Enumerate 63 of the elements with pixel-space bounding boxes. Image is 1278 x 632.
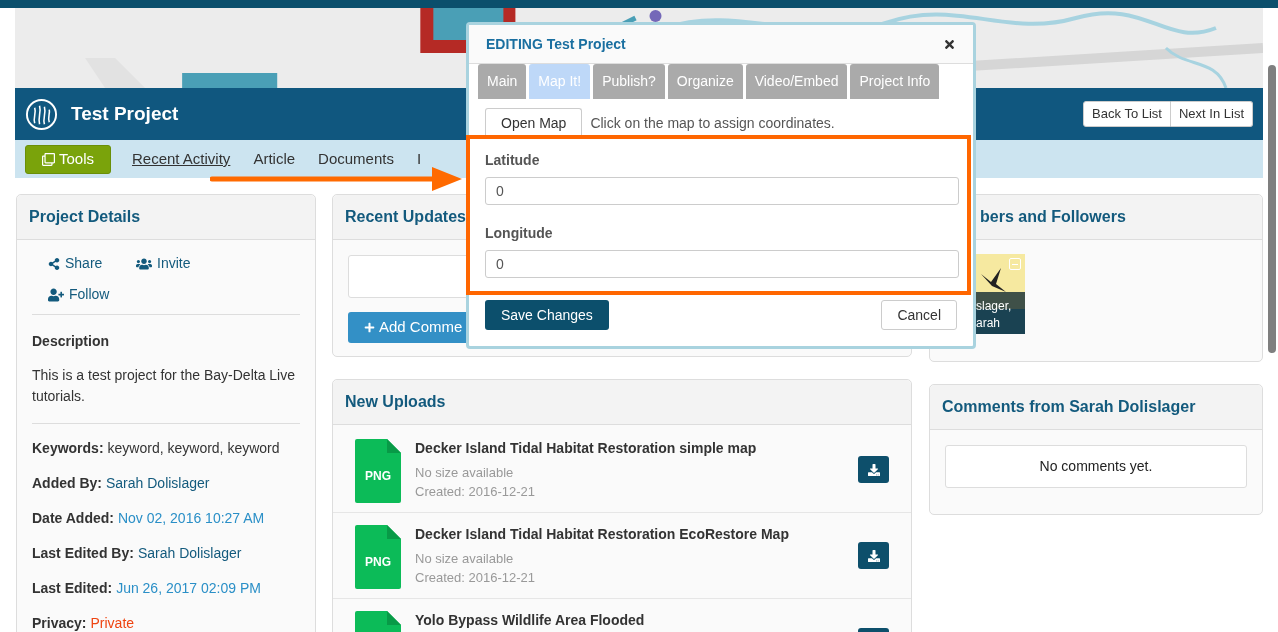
close-icon[interactable]: [943, 37, 956, 51]
copy-icon: [42, 152, 55, 166]
save-changes-button[interactable]: Save Changes: [485, 300, 609, 330]
field-label: Keywords:: [32, 439, 104, 458]
nav-link[interactable]: Documents: [316, 147, 396, 171]
dialog-title: EDITING Test Project: [486, 34, 626, 54]
download-icon: [867, 549, 880, 562]
file-name[interactable]: Decker Island Tidal Habitat Restoration EcoRestore Map: [415, 525, 844, 543]
section-heading: Description: [32, 332, 110, 351]
field-label: Longitude: [485, 224, 554, 243]
field-value[interactable]: Sarah Dolislager: [106, 473, 210, 494]
project-title: Test Project: [71, 101, 179, 126]
action-link[interactable]: Share: [48, 248, 136, 279]
panel-title: New Uploads: [345, 392, 446, 412]
file-date: Created: 2016-12-21: [415, 569, 536, 587]
panel-title: Project Details: [29, 207, 141, 227]
download-icon: [867, 463, 880, 476]
panel-title: Comments from Sarah Dolislager: [942, 397, 1196, 417]
field-value[interactable]: Nov 02, 2016 10:27 AM: [117, 508, 265, 529]
scrollbar[interactable]: [1268, 65, 1276, 353]
users-icon: [136, 256, 152, 271]
user-plus-icon: [48, 287, 64, 302]
coordinate-field[interactable]: 0: [485, 250, 959, 278]
field-value: keyword, keyword, keyword: [107, 439, 280, 458]
nav-link[interactable]: Article: [251, 147, 298, 171]
field-label: Date Added:: [32, 509, 114, 528]
download-button[interactable]: [858, 456, 889, 483]
file-icon: [355, 439, 401, 503]
empty-message: No comments yet.: [1039, 457, 1153, 476]
cancel-button[interactable]: Cancel: [881, 300, 957, 330]
file-size: No size available: [415, 550, 515, 568]
file-name[interactable]: Decker Island Tidal Habitat Restoration simple map: [415, 439, 844, 457]
action-link[interactable]: Follow: [48, 279, 136, 310]
file-date: Created: 2016-12-21: [415, 483, 536, 501]
nav-link[interactable]: I: [414, 147, 424, 171]
list-nav-button[interactable]: Back To List: [1083, 101, 1171, 127]
field-label: Added By:: [32, 474, 102, 493]
field-label: Privacy:: [32, 614, 87, 632]
file-name[interactable]: Yolo Bypass Wildlife Area Flooded: [415, 611, 844, 629]
list-nav-button[interactable]: Next In List: [1170, 101, 1253, 127]
hint-text: Click on the map to assign coordinates.: [590, 113, 835, 133]
logo-icon: [25, 97, 58, 131]
action-link[interactable]: Invite: [136, 248, 224, 279]
nav-link[interactable]: Recent Activity: [130, 147, 233, 171]
field-value: Private: [90, 614, 135, 632]
file-type-label: PNG: [364, 468, 392, 485]
coordinate-field[interactable]: 0: [485, 177, 959, 205]
file-type-label: PNG: [364, 554, 392, 571]
file-icon: [355, 525, 401, 589]
field-value[interactable]: Sarah Dolislager: [137, 543, 242, 564]
share-icon: [48, 257, 60, 270]
open-map-button[interactable]: Open Map: [485, 108, 583, 138]
file-size: No size available: [415, 464, 515, 482]
field-label: Latitude: [485, 151, 541, 170]
download-button[interactable]: [858, 542, 889, 569]
description-text: This is a test project for the Bay-Delta Live tutorials.: [32, 366, 296, 406]
panel-title: bers and Followers: [980, 207, 1126, 227]
member-name: slager, arah: [976, 298, 1013, 332]
plus-icon: [364, 322, 375, 333]
field-label: Last Edited:: [32, 579, 113, 598]
panel-title: Recent Updates: [345, 207, 466, 227]
field-label: Last Edited By:: [32, 544, 134, 563]
field-value[interactable]: Jun 26, 2017 02:09 PM: [116, 578, 261, 599]
